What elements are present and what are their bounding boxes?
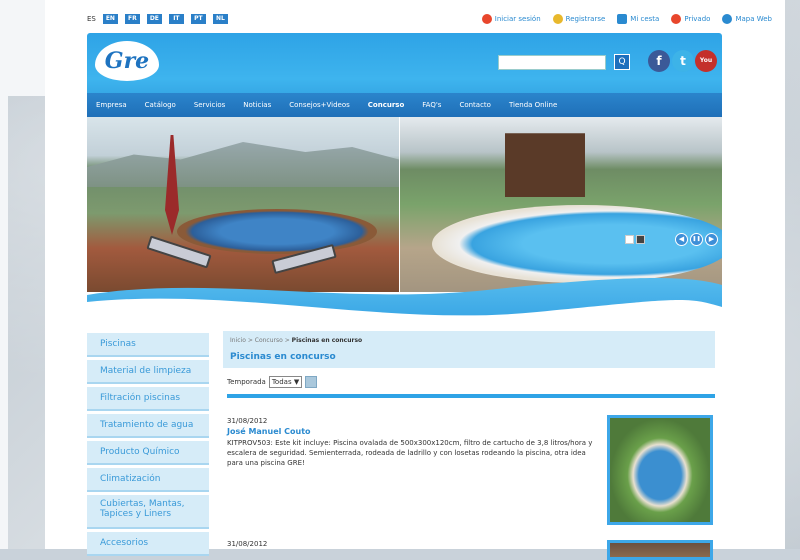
login-link[interactable]: Iniciar sesión [481,14,541,24]
power-icon [481,14,492,24]
breadcrumb: Inicio > Concurso > Piscinas en concurso [230,337,362,344]
season-select[interactable]: Todas ▼ [268,376,303,388]
filter-button[interactable] [305,376,318,388]
flag-nl[interactable]: NL [212,14,228,24]
crumb-concurso[interactable]: Concurso [255,337,283,344]
slider-prev-icon[interactable]: ◀ [675,233,688,246]
slide-dot-2[interactable] [636,235,645,244]
nav-empresa[interactable]: Empresa [87,101,136,109]
utility-links: Iniciar sesión Registrarse Mi cesta Priv… [481,14,772,24]
top-bar: ES EN FR DE IT PT NL Iniciar sesión Regi… [87,12,772,28]
sidebar-item-quimico[interactable]: Producto Químico [87,441,209,465]
private-link[interactable]: Privado [671,14,710,24]
category-sidebar: Piscinas Material de limpieza Filtración… [87,333,209,559]
nav-catalogo[interactable]: Catálogo [136,101,185,109]
slide-indicators [625,235,645,244]
entry-photo[interactable] [607,540,713,560]
flag-it[interactable]: IT [168,14,184,24]
sidebar-item-tratamiento[interactable]: Tratamiento de agua [87,414,209,438]
site-header: Gre Q f t You Empresa Catálogo Servicios… [87,33,722,117]
slider-pause-icon[interactable]: ❚❚ [690,233,703,246]
entry-date: 31/08/2012 [227,540,268,548]
sidebar-item-cubiertas[interactable]: Cubiertas, Mantas, Tapices y Liners [87,495,209,529]
crumb-current: Piscinas en concurso [291,337,363,344]
season-filter: Temporada Todas ▼ [227,376,318,388]
twitter-icon[interactable]: t [672,50,694,72]
language-selector: ES EN FR DE IT PT NL [87,14,228,24]
facebook-icon[interactable]: f [648,50,670,72]
register-label: Registrarse [565,15,606,23]
entry-photo[interactable] [607,415,713,525]
private-label: Privado [684,15,711,23]
cart-link[interactable]: Mi cesta [617,14,659,24]
logo-text: Gre [104,48,150,74]
wooden-pool [177,209,377,254]
nav-servicios[interactable]: Servicios [185,101,234,109]
nav-noticias[interactable]: Noticias [234,101,280,109]
sidebar-item-material-limpieza[interactable]: Material de limpieza [87,360,209,384]
nav-concurso[interactable]: Concurso [359,101,414,109]
nav-faqs[interactable]: FAQ's [413,101,450,109]
nav-tienda-online[interactable]: Tienda Online [500,101,566,109]
sidebar-item-filtracion[interactable]: Filtración piscinas [87,387,209,411]
slider-controls: ◀ ❚❚ ▶ [675,233,718,246]
flag-en[interactable]: EN [102,14,118,24]
left-panel [0,0,45,96]
sidebar-item-climatizacion[interactable]: Climatización [87,468,209,492]
main-nav: Empresa Catálogo Servicios Noticias Cons… [87,93,722,117]
current-language: ES [87,15,96,23]
search-button[interactable]: Q [614,54,630,70]
register-link[interactable]: Registrarse [552,14,606,24]
search-input[interactable] [498,55,606,70]
page-title: Piscinas en concurso [230,352,336,362]
sitemap-link[interactable]: Mapa Web [722,14,772,24]
slide-dot-1[interactable] [625,235,634,244]
cart-icon [617,14,628,24]
slider-next-icon[interactable]: ▶ [705,233,718,246]
sitemap-label: Mapa Web [735,15,772,23]
user-icon [552,14,563,24]
sidebar-item-accesorios[interactable]: Accesorios [87,532,209,556]
lock-icon [671,14,682,24]
content-header: Inicio > Concurso > Piscinas en concurso… [223,331,715,368]
content-divider [227,394,715,398]
wooden-house [505,133,585,197]
globe-icon [722,14,733,24]
nav-contacto[interactable]: Contacto [450,101,500,109]
entry-description: KITPROV503: Este kit incluye: Piscina ov… [227,439,593,467]
hero-slider: ◀ ❚❚ ▶ [87,117,722,330]
crumb-sep-2: > [284,337,290,344]
left-panel-strip [0,96,8,549]
flag-de[interactable]: DE [146,14,162,24]
site-page: ES EN FR DE IT PT NL Iniciar sesión Regi… [45,0,785,560]
entry-author-link[interactable]: José Manuel Couto [227,427,311,436]
entry-date: 31/08/2012 [227,417,268,425]
season-selected: Todas [271,378,292,386]
gre-logo[interactable]: Gre [95,41,159,81]
flag-fr[interactable]: FR [124,14,140,24]
crumb-home[interactable]: Inicio [230,337,246,344]
login-label: Iniciar sesión [494,15,541,23]
cart-label: Mi cesta [630,15,660,23]
season-label: Temporada [227,378,266,386]
nav-consejos-videos[interactable]: Consejos+Videos [280,101,359,109]
crumb-sep-1: > [247,337,253,344]
sidebar-item-piscinas[interactable]: Piscinas [87,333,209,357]
flag-pt[interactable]: PT [190,14,206,24]
youtube-icon[interactable]: You [695,50,717,72]
